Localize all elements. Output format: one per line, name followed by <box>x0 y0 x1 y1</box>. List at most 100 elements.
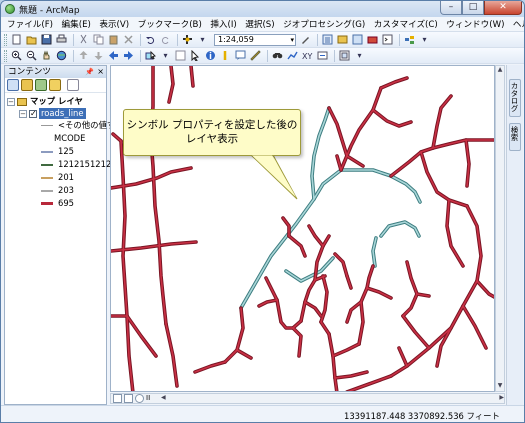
menu-bookmarks[interactable]: ブックマーク(B) <box>138 18 202 30</box>
toolbar-separator <box>334 49 335 62</box>
map-horizontal-scrollbar[interactable]: ◀ ▶ <box>161 394 504 403</box>
open-folder-icon[interactable] <box>25 33 38 46</box>
scroll-left-icon[interactable]: ◀ <box>161 394 166 401</box>
toc-options-icon[interactable] <box>67 79 79 91</box>
html-popup-icon[interactable] <box>234 49 247 62</box>
toolbar-separator <box>177 33 178 46</box>
list-by-drawing-order-icon[interactable] <box>7 79 19 91</box>
add-data-icon[interactable] <box>181 33 194 46</box>
map-layers-row[interactable]: − マップ レイヤ <box>7 96 83 107</box>
close-button[interactable]: ✕ <box>484 1 522 15</box>
menu-selection[interactable]: 選択(S) <box>245 18 274 30</box>
add-data-dropdown-icon[interactable]: ▾ <box>196 33 209 46</box>
data-frame-icon <box>17 97 27 106</box>
forward-extent-icon[interactable] <box>122 49 135 62</box>
refresh-icon[interactable] <box>135 394 144 403</box>
list-by-visibility-icon[interactable] <box>35 79 47 91</box>
copy-icon[interactable] <box>92 33 105 46</box>
catalog-dock-label: カタログ <box>510 82 519 112</box>
menu-customize[interactable]: カスタマイズ(C) <box>374 18 438 30</box>
fixed-zoom-in-icon[interactable] <box>77 49 90 62</box>
search-dock-tab[interactable]: 検索 <box>509 123 521 151</box>
layout-view-icon[interactable] <box>124 394 133 403</box>
tools-options-icon[interactable]: ▾ <box>353 49 366 62</box>
map-scale-combobox[interactable]: 1:24,059 ▾ <box>214 33 296 46</box>
tools-toolbar: ▾ XY ▾ <box>1 48 524 64</box>
menu-windows[interactable]: ウィンドウ(W) <box>446 18 504 30</box>
time-slider-icon[interactable] <box>316 49 329 62</box>
delete-icon[interactable] <box>122 33 135 46</box>
minimize-button[interactable]: – <box>440 1 462 15</box>
zoom-in-icon[interactable] <box>10 49 23 62</box>
svg-text:XY: XY <box>302 52 312 61</box>
layer-name-label[interactable]: roads_line <box>38 107 87 120</box>
legend-row[interactable]: 695 <box>41 198 74 209</box>
legend-row[interactable]: 203 <box>41 185 74 196</box>
legend-swatch-125 <box>41 150 53 153</box>
data-view-icon[interactable] <box>113 394 122 403</box>
catalog-window-icon[interactable] <box>336 33 349 46</box>
full-extent-icon[interactable] <box>55 49 68 62</box>
select-elements-icon[interactable] <box>189 49 202 62</box>
go-to-xy-icon[interactable]: XY <box>301 49 314 62</box>
cut-icon[interactable] <box>77 33 90 46</box>
legend-row[interactable]: 201 <box>41 172 74 183</box>
hyperlink-icon[interactable] <box>219 49 232 62</box>
find-route-icon[interactable] <box>286 49 299 62</box>
maximize-button[interactable]: □ <box>462 1 484 15</box>
python-window-icon[interactable] <box>381 33 394 46</box>
menu-edit[interactable]: 編集(E) <box>62 18 91 30</box>
list-by-source-icon[interactable] <box>21 79 33 91</box>
scroll-right-icon[interactable]: ▶ <box>499 394 504 401</box>
toolbar-separator <box>267 49 268 62</box>
pan-icon[interactable] <box>40 49 53 62</box>
menu-help[interactable]: ヘルプ(H) <box>513 18 524 30</box>
close-icon[interactable]: × <box>97 66 104 78</box>
zoom-out-icon[interactable] <box>25 49 38 62</box>
editor-toolbar-icon[interactable] <box>299 33 312 46</box>
catalog-dock-tab[interactable]: カタログ <box>509 79 521 117</box>
cursor-coordinates: 13391187.448 3370892.536 フィート <box>344 411 500 421</box>
print-icon[interactable] <box>55 33 68 46</box>
fixed-zoom-out-icon[interactable] <box>92 49 105 62</box>
window-controls: – □ ✕ <box>440 1 522 15</box>
standard-toolbar: ▾ 1:24,059 ▾ ▾ <box>1 32 524 48</box>
menu-geoprocessing[interactable]: ジオプロセシング(G) <box>283 18 365 30</box>
table-of-contents-icon[interactable] <box>321 33 334 46</box>
legend-label: 695 <box>58 198 74 208</box>
save-icon[interactable] <box>40 33 53 46</box>
redo-icon[interactable] <box>159 33 172 46</box>
map-vertical-scrollbar[interactable]: ▲ ▼ <box>495 65 505 392</box>
back-extent-icon[interactable] <box>107 49 120 62</box>
scroll-down-icon[interactable]: ▼ <box>496 382 504 391</box>
select-dropdown-icon[interactable]: ▾ <box>159 49 172 62</box>
menu-insert[interactable]: 挿入(I) <box>210 18 236 30</box>
toolbar-options-icon[interactable]: ▾ <box>418 33 431 46</box>
new-document-icon[interactable] <box>10 33 23 46</box>
search-window-icon[interactable] <box>351 33 364 46</box>
measure-icon[interactable] <box>249 49 262 62</box>
scroll-up-icon[interactable]: ▲ <box>496 66 504 75</box>
legend-row[interactable]: 125 <box>41 146 74 157</box>
paste-icon[interactable] <box>107 33 120 46</box>
select-features-icon[interactable] <box>144 49 157 62</box>
menu-file[interactable]: ファイル(F) <box>7 18 53 30</box>
collapse-icon[interactable]: − <box>7 97 15 106</box>
menu-view[interactable]: 表示(V) <box>99 18 129 30</box>
toolbar-grip[interactable] <box>4 49 7 62</box>
list-by-selection-icon[interactable] <box>49 79 61 91</box>
pause-drawing-icon[interactable]: II <box>146 394 155 403</box>
toolbar-grip[interactable] <box>4 33 7 46</box>
collapse-icon[interactable]: − <box>19 109 27 118</box>
identify-icon[interactable] <box>204 49 217 62</box>
pin-icon[interactable]: 📌 <box>85 66 94 78</box>
find-icon[interactable] <box>271 49 284 62</box>
layer-row-roads-line[interactable]: − roads_line <box>19 107 87 120</box>
clear-selection-icon[interactable] <box>174 49 187 62</box>
undo-icon[interactable] <box>144 33 157 46</box>
chevron-down-icon[interactable]: ▾ <box>290 35 294 45</box>
layer-visibility-checkbox[interactable] <box>29 108 37 119</box>
create-viewer-window-icon[interactable] <box>338 49 351 62</box>
arctoolbox-icon[interactable] <box>366 33 379 46</box>
model-builder-icon[interactable] <box>403 33 416 46</box>
